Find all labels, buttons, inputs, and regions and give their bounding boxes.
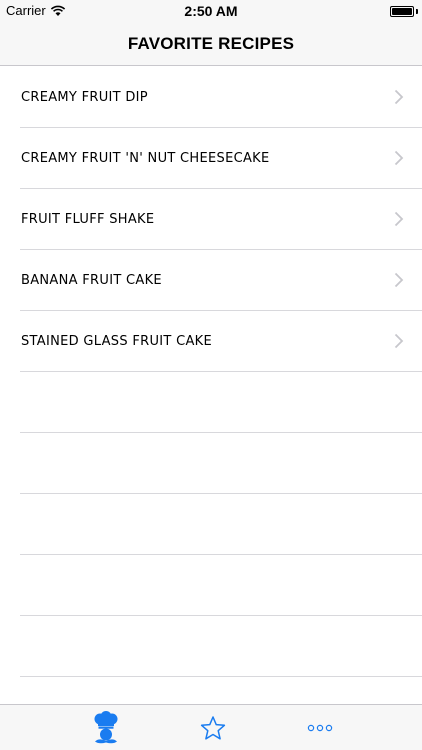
chevron-right-icon — [394, 89, 404, 105]
empty-row — [0, 555, 422, 616]
empty-row — [0, 433, 422, 494]
recipe-row[interactable]: STAINED GLASS FRUIT CAKE — [0, 311, 422, 372]
recipe-label: FRUIT FLUFF SHAKE — [21, 212, 155, 227]
tab-recipes[interactable] — [76, 705, 136, 750]
chevron-right-icon — [394, 150, 404, 166]
chef-icon — [94, 711, 118, 744]
recipe-row[interactable]: FRUIT FLUFF SHAKE — [0, 189, 422, 250]
chevron-right-icon — [394, 333, 404, 349]
battery-cap — [416, 9, 418, 14]
recipe-row[interactable]: BANANA FRUIT CAKE — [0, 250, 422, 311]
empty-row — [0, 616, 422, 677]
recipe-label: CREAMY FRUIT 'N' NUT CHEESECAKE — [21, 151, 270, 166]
chevron-right-icon — [394, 272, 404, 288]
status-time: 2:50 AM — [184, 3, 238, 19]
navigation-bar: FAVORITE RECIPES — [0, 22, 422, 66]
recipe-label: BANANA FRUIT CAKE — [21, 273, 162, 288]
recipe-list: CREAMY FRUIT DIP CREAMY FRUIT 'N' NUT CH… — [0, 67, 422, 677]
battery-icon — [390, 6, 414, 17]
tab-bar — [0, 704, 422, 750]
empty-row — [0, 372, 422, 433]
recipe-label: CREAMY FRUIT DIP — [21, 90, 148, 105]
empty-row — [0, 494, 422, 555]
more-icon — [307, 724, 333, 732]
recipe-label: STAINED GLASS FRUIT CAKE — [21, 334, 212, 349]
recipe-row[interactable]: CREAMY FRUIT DIP — [0, 67, 422, 128]
tab-more[interactable] — [290, 705, 350, 750]
chevron-right-icon — [394, 211, 404, 227]
tab-favorites[interactable] — [183, 705, 243, 750]
page-title: FAVORITE RECIPES — [127, 33, 295, 53]
star-icon — [200, 716, 226, 740]
status-bar: Carrier 2:50 AM — [0, 0, 422, 22]
recipe-row[interactable]: CREAMY FRUIT 'N' NUT CHEESECAKE — [0, 128, 422, 189]
